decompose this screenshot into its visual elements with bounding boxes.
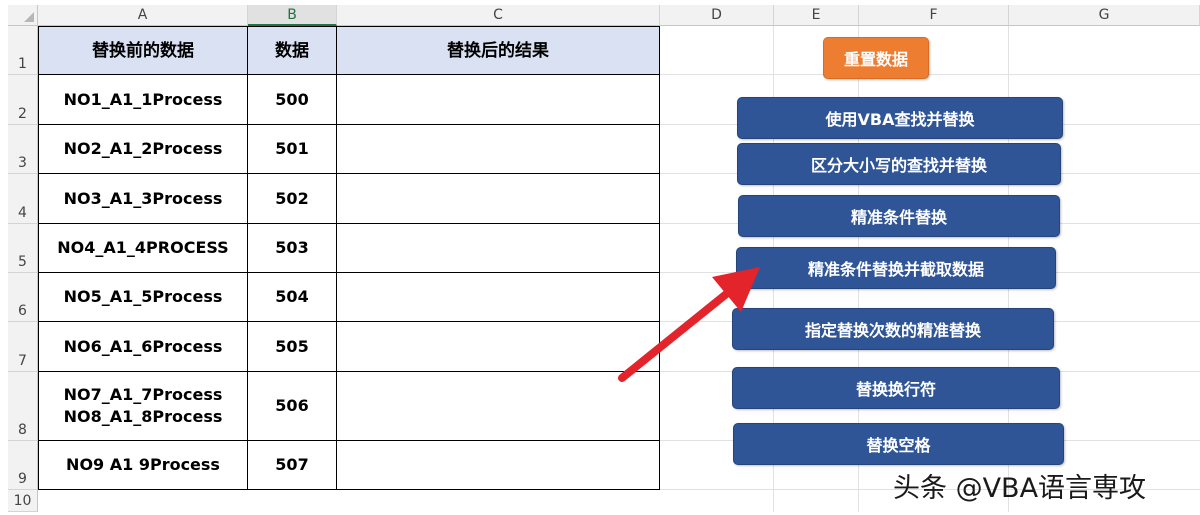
row-number: 3 [18,155,27,171]
row-number: 1 [18,56,27,72]
cell-c2[interactable] [337,75,660,125]
cell-c4[interactable] [337,174,660,224]
row-header-7[interactable]: 7 [8,322,38,372]
row-number: 9 [18,471,27,487]
cell-a7[interactable]: NO6_A1_6Process [39,322,248,372]
header-cell-before[interactable]: 替换前的数据 [39,27,248,75]
header-cell-data[interactable]: 数据 [248,27,337,75]
column-header-d[interactable]: D [660,5,774,26]
column-header-g[interactable]: G [1009,5,1200,26]
cell-a3[interactable]: NO2_A1_2Process [39,125,248,174]
replace-newline-button[interactable]: 替换换行符 [732,367,1060,409]
cell-c3[interactable] [337,125,660,174]
cell-b2[interactable]: 500 [248,75,337,125]
column-header-c[interactable]: C [337,5,660,26]
row-number: 6 [18,303,27,319]
row-header-2[interactable]: 2 [8,75,38,125]
exact-replace-extract-button[interactable]: 精准条件替换并截取数据 [736,247,1056,289]
watermark: 头条 @VBA语言専攻 [893,473,1147,504]
cell-b4[interactable]: 502 [248,174,337,224]
header-cell-after[interactable]: 替换后的结果 [337,27,660,75]
cell-b6[interactable]: 504 [248,273,337,322]
row-number: 7 [18,353,27,369]
row-header-5[interactable]: 5 [8,224,38,273]
select-all-triangle-icon [24,12,34,22]
replace-space-button[interactable]: 替换空格 [733,423,1064,465]
row-header-1[interactable]: 1 [8,26,38,75]
cell-b9[interactable]: 507 [248,441,337,490]
column-header-a[interactable]: A [38,5,248,26]
cell-c9[interactable] [337,441,660,490]
red-arrow-icon [618,267,760,382]
cell-a4[interactable]: NO3_A1_3Process [39,174,248,224]
reset-data-button[interactable]: 重置数据 [823,37,929,79]
row-number: 2 [18,106,27,122]
row-number: 4 [18,205,27,221]
cell-a8[interactable]: NO7_A1_7Process NO8_A1_8Process [39,372,248,441]
cell-a9[interactable]: NO9 A1 9Process [39,441,248,490]
cell-b3[interactable]: 501 [248,125,337,174]
row-number: 10 [13,493,32,509]
row-header-4[interactable]: 4 [8,174,38,224]
row-header-3[interactable]: 3 [8,125,38,174]
cell-a6[interactable]: NO5_A1_5Process [39,273,248,322]
column-header-e[interactable]: E [774,5,859,26]
exact-replace-button[interactable]: 精准条件替换 [738,195,1060,237]
cell-a5[interactable]: NO4_A1_4PROCESS [39,224,248,273]
cell-b7[interactable]: 505 [248,322,337,372]
cell-b5[interactable]: 503 [248,224,337,273]
case-sensitive-replace-button[interactable]: 区分大小写的查找并替换 [737,143,1061,185]
cell-b8[interactable]: 506 [248,372,337,441]
row-number: 5 [18,254,27,270]
select-all-corner[interactable] [8,5,38,26]
column-header-b[interactable]: B [248,5,337,26]
vba-find-replace-button[interactable]: 使用VBA查找并替换 [737,97,1063,139]
row-header-9[interactable]: 9 [8,441,38,490]
column-header-f[interactable]: F [859,5,1009,26]
row-header-10[interactable]: 10 [8,490,38,512]
spreadsheet: A B C D E F G 1 2 3 4 5 6 7 8 9 10 替换前的数… [0,0,1200,515]
cell-a2[interactable]: NO1_A1_1Process [39,75,248,125]
row-header-6[interactable]: 6 [8,273,38,322]
count-replace-button[interactable]: 指定替换次数的精准替换 [732,308,1054,350]
row-header-8[interactable]: 8 [8,372,38,441]
row-number: 8 [18,422,27,438]
